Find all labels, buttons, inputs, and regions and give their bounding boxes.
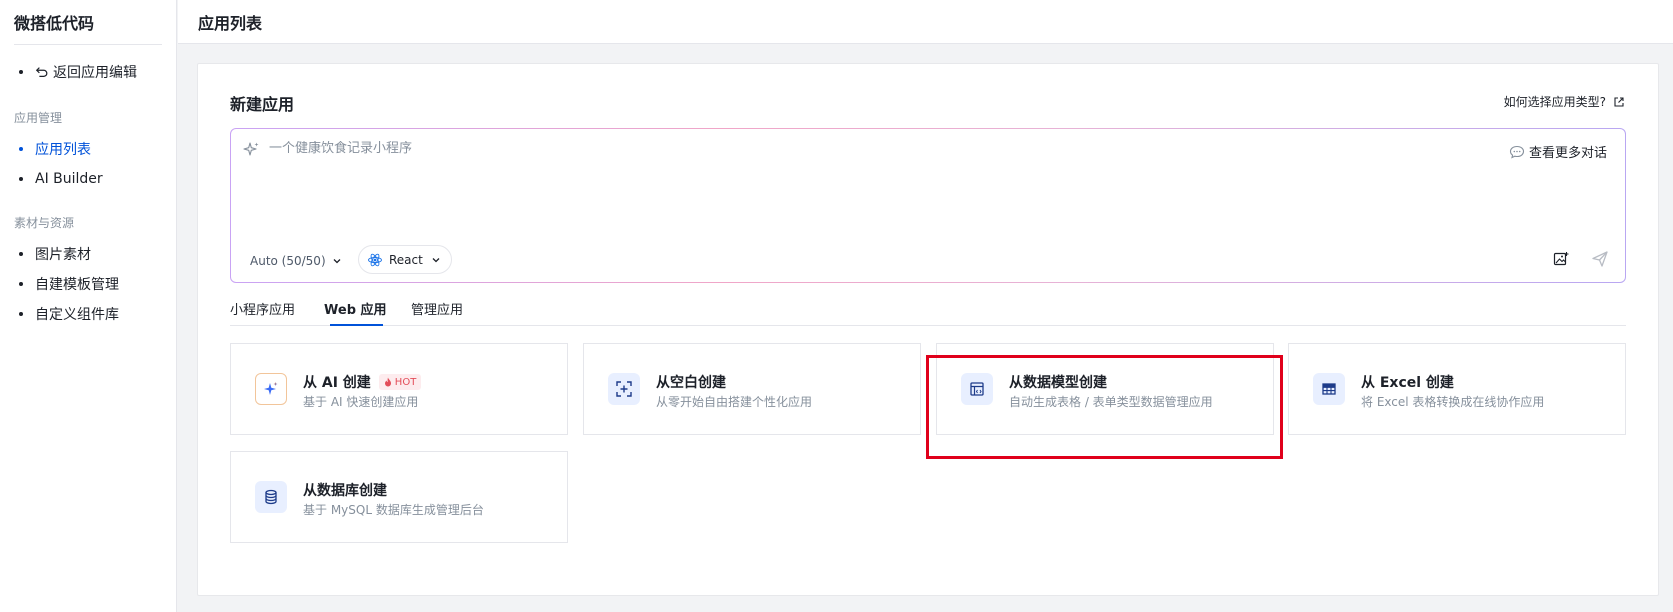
create-app-card: 新建应用 如何选择应用类型? 查看更多对话 Auto (50/50) React xyxy=(197,63,1659,596)
tab-miniprogram[interactable]: 小程序应用 xyxy=(230,299,295,318)
card-description: 基于 MySQL 数据库生成管理后台 xyxy=(303,503,484,517)
bullet xyxy=(19,312,23,316)
nav-group-app-management: 应用管理 xyxy=(14,111,63,125)
card-title: 从数据模型创建 xyxy=(1009,375,1107,391)
chat-icon xyxy=(1509,145,1525,158)
ai-prompt-box: 查看更多对话 Auto (50/50) React xyxy=(230,128,1626,283)
sidebar-item-app-list[interactable]: 应用列表 xyxy=(14,137,91,161)
card-description: 从零开始自由搭建个性化应用 xyxy=(656,395,813,409)
more-conversations-button[interactable]: 查看更多对话 xyxy=(1509,142,1607,161)
database-icon xyxy=(255,481,287,513)
sidebar-item-images[interactable]: 图片素材 xyxy=(14,242,91,266)
help-link[interactable]: 如何选择应用类型? xyxy=(1504,93,1624,110)
bullet xyxy=(19,70,23,74)
table-icon xyxy=(1313,373,1345,405)
sidebar-item-label: 应用列表 xyxy=(35,142,91,158)
data-model-icon xyxy=(961,373,993,405)
external-link-icon xyxy=(1614,96,1624,107)
sidebar-item-components[interactable]: 自定义组件库 xyxy=(14,302,119,326)
prompt-input[interactable] xyxy=(269,141,1419,156)
nav-group-assets: 素材与资源 xyxy=(14,216,75,230)
brand-title: 微搭低代码 xyxy=(14,14,95,33)
tab-admin-app[interactable]: 管理应用 xyxy=(411,299,463,318)
card-description: 将 Excel 表格转换成在线协作应用 xyxy=(1361,395,1545,409)
undo-icon xyxy=(35,67,48,77)
send-icon[interactable] xyxy=(1591,250,1609,268)
framework-select-value: React xyxy=(389,252,423,267)
sidebar-item-label: AI Builder xyxy=(35,171,103,187)
create-from-data-model-card[interactable]: 从数据模型创建 自动生成表格 / 表单类型数据管理应用 xyxy=(936,343,1274,435)
bullet xyxy=(19,147,23,151)
card-title: 从数据库创建 xyxy=(303,483,387,499)
card-title: 从 AI 创建 HOT xyxy=(303,372,422,392)
image-upload-icon[interactable] xyxy=(1553,251,1569,267)
tab-web-app[interactable]: Web 应用 xyxy=(324,299,387,318)
framework-select[interactable]: React xyxy=(358,245,452,274)
active-tab-indicator xyxy=(330,324,383,326)
chevron-down-icon xyxy=(333,259,341,264)
card-title: 从 Excel 创建 xyxy=(1361,375,1454,391)
create-from-excel-card[interactable]: 从 Excel 创建 将 Excel 表格转换成在线协作应用 xyxy=(1288,343,1626,435)
card-description: 基于 AI 快速创建应用 xyxy=(303,395,419,409)
more-conversations-label: 查看更多对话 xyxy=(1528,146,1607,161)
create-from-database-card[interactable]: 从数据库创建 基于 MySQL 数据库生成管理后台 xyxy=(230,451,568,543)
hot-badge-label: HOT xyxy=(394,376,417,388)
app-type-tabs: 小程序应用 Web 应用 管理应用 xyxy=(230,293,1626,326)
blank-create-icon xyxy=(608,373,640,405)
section-title: 新建应用 xyxy=(230,95,295,114)
page-title: 应用列表 xyxy=(198,14,263,33)
sidebar-item-label: 自定义组件库 xyxy=(35,307,119,323)
react-icon xyxy=(368,253,382,266)
sparkle-icon xyxy=(243,142,259,156)
card-title: 从空白创建 xyxy=(656,375,726,391)
sidebar-item-label: 图片素材 xyxy=(35,247,91,263)
sidebar-item-ai-builder[interactable]: AI Builder xyxy=(14,167,103,191)
sparkle-icon xyxy=(255,373,287,405)
divider xyxy=(14,44,162,45)
page-header: 应用列表 xyxy=(178,0,1673,44)
fire-icon xyxy=(384,377,391,387)
bullet xyxy=(19,252,23,256)
model-select-value: Auto (50/50) xyxy=(250,254,326,268)
bullet xyxy=(19,177,23,181)
help-link-label: 如何选择应用类型? xyxy=(1503,95,1606,109)
back-to-app-edit-link[interactable]: 返回应用编辑 xyxy=(14,60,137,84)
sidebar-item-templates[interactable]: 自建模板管理 xyxy=(14,272,119,296)
sidebar: 微搭低代码 返回应用编辑 应用管理 应用列表 AI Builder 素材与资源 … xyxy=(0,0,177,612)
sidebar-item-label: 自建模板管理 xyxy=(35,277,119,293)
create-from-ai-card[interactable]: 从 AI 创建 HOT 基于 AI 快速创建应用 xyxy=(230,343,568,435)
bullet xyxy=(19,282,23,286)
hot-badge: HOT xyxy=(378,374,422,390)
card-title-text: 从 AI 创建 xyxy=(303,375,371,391)
create-from-blank-card[interactable]: 从空白创建 从零开始自由搭建个性化应用 xyxy=(583,343,921,435)
card-description: 自动生成表格 / 表单类型数据管理应用 xyxy=(1009,395,1213,409)
model-select[interactable]: Auto (50/50) xyxy=(250,249,342,273)
back-label: 返回应用编辑 xyxy=(53,65,137,81)
chevron-down-icon xyxy=(432,257,440,262)
